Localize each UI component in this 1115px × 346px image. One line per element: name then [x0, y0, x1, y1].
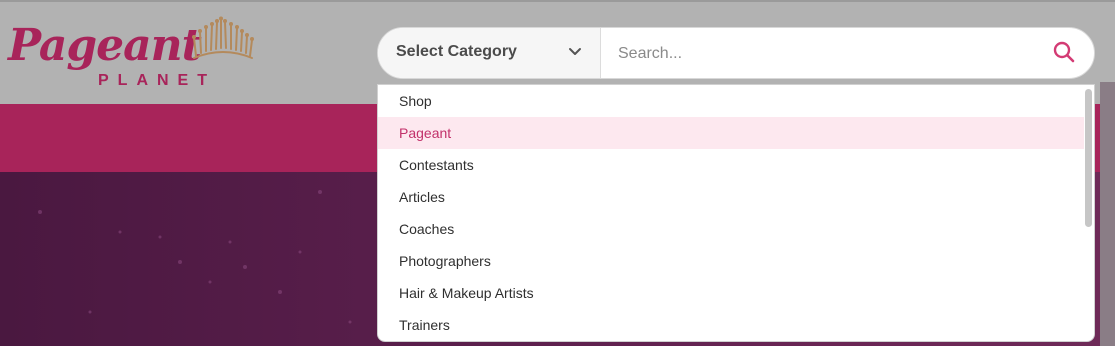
search-icon[interactable] — [1053, 41, 1075, 63]
search-input[interactable] — [616, 40, 1040, 68]
category-option-articles[interactable]: Articles — [378, 181, 1084, 213]
category-option-shop[interactable]: Shop — [378, 85, 1084, 117]
page-edge — [1100, 82, 1115, 346]
category-select-label: Select Category — [396, 43, 517, 60]
category-select[interactable]: Select Category — [378, 28, 601, 78]
category-option-contestants[interactable]: Contestants — [378, 149, 1084, 181]
dropdown-scrollbar[interactable] — [1085, 89, 1092, 227]
crown-icon — [192, 16, 254, 59]
category-option-pageant[interactable]: Pageant — [378, 117, 1084, 149]
category-dropdown: Shop Pageant Contestants Articles Coache… — [377, 84, 1095, 342]
category-option-hair-makeup-artists[interactable]: Hair & Makeup Artists — [378, 277, 1084, 309]
logo-wordmark: Pageant — [8, 20, 202, 71]
category-option-photographers[interactable]: Photographers — [378, 245, 1084, 277]
logo-subtitle: PLANET — [98, 72, 216, 89]
category-option-coaches[interactable]: Coaches — [378, 213, 1084, 245]
search-bar: Select Category — [377, 27, 1095, 79]
category-option-trainers[interactable]: Trainers — [378, 309, 1084, 341]
site-logo[interactable]: Pageant PLANET — [6, 16, 266, 96]
chevron-down-icon — [569, 48, 581, 55]
